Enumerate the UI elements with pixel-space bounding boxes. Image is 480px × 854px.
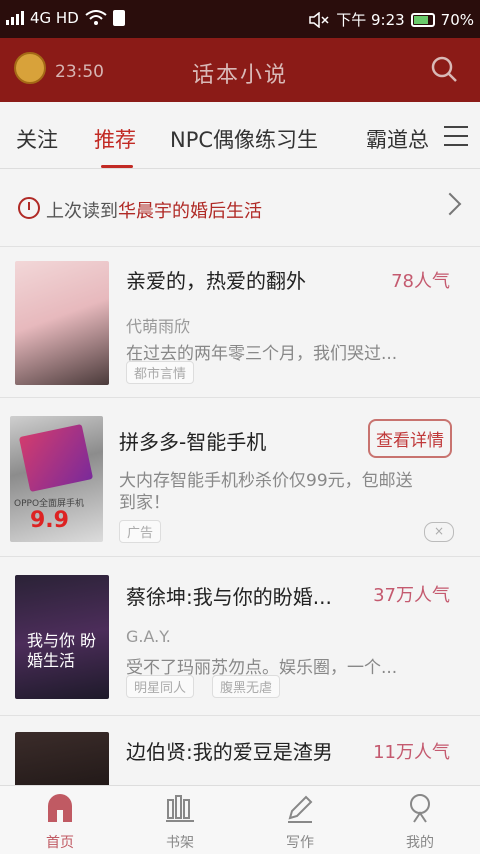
menu-icon[interactable] (444, 126, 468, 146)
tab-follow[interactable]: 关注 (16, 124, 58, 154)
popularity-count: 37万人气 (373, 585, 450, 606)
ad-tag: 广告 (119, 520, 162, 543)
tab-recommend[interactable]: 推荐 (94, 124, 136, 154)
view-details-button[interactable]: 查看详情 (368, 419, 452, 458)
last-read-banner[interactable]: 上次读到华晨宇的婚后生活 (0, 184, 480, 236)
pen-icon (288, 795, 313, 823)
ad-description-line2: 到家！ (119, 493, 170, 513)
genre-tag: 都市言情 (126, 361, 195, 384)
category-tabs: 关注 推荐 NPC偶像练习生 霸道总 (0, 102, 480, 169)
nav-write[interactable]: 写作 (260, 792, 340, 852)
profile-icon (410, 794, 430, 823)
popularity-count: 78人气 (391, 271, 450, 292)
book-author: G.A.Y. (126, 627, 171, 646)
bottom-navigation: 首页 书架 写作 我的 (0, 785, 480, 854)
nav-home[interactable]: 首页 (20, 792, 100, 852)
nav-profile-label: 我的 (406, 835, 434, 851)
nav-bookshelf[interactable]: 书架 (140, 792, 220, 852)
home-icon (48, 794, 72, 822)
book-title: 亲爱的，热爱的翻外 (126, 269, 306, 293)
nav-bookshelf-label: 书架 (166, 835, 194, 851)
bookshelf-icon (166, 795, 194, 822)
tab-domineering-ceo[interactable]: 霸道总 (366, 124, 429, 154)
book-cover (15, 261, 109, 385)
popularity-count: 11万人气 (373, 742, 450, 763)
cover-title-text: 我与你 盼婚生活 (27, 631, 97, 670)
book-cover: 我与你 盼婚生活 (15, 575, 109, 699)
search-icon[interactable] (430, 55, 458, 83)
network-label: 4G HD (30, 9, 79, 27)
list-item[interactable]: 我与你 盼婚生活 蔡徐坤:我与你的盼婚... 37万人气 G.A.Y. 受不了玛… (0, 556, 480, 715)
battery-level: 70% (440, 10, 474, 29)
nav-write-label: 写作 (286, 835, 314, 851)
app-screen: 4G HD 下午 9:23 70% 23:50 话本小说 关注 推荐 NPC偶像… (0, 0, 480, 854)
book-author: 代萌雨欣 (126, 317, 191, 336)
genre-tag: 明星同人 (126, 675, 195, 698)
active-tab-indicator (101, 165, 133, 168)
ad-title: 拼多多-智能手机 (119, 430, 267, 454)
close-ad-icon[interactable]: × (424, 522, 454, 542)
mute-icon (309, 11, 329, 28)
nav-home-label: 首页 (46, 835, 74, 851)
history-clock-icon (18, 197, 40, 219)
genre-tag: 腹黑无虐 (212, 675, 281, 698)
status-time: 下午 9:23 (336, 11, 405, 29)
last-read-book: 华晨宇的婚后生活 (118, 201, 262, 222)
status-bar: 4G HD 下午 9:23 70% (0, 0, 480, 38)
nav-profile[interactable]: 我的 (380, 792, 460, 852)
book-title: 边伯贤:我的爱豆是渣男 (126, 740, 333, 764)
ad-cover: OPPO全面屏手机 9.9 (10, 416, 103, 542)
book-title: 蔡徐坤:我与你的盼婚... (126, 585, 332, 609)
app-header: 23:50 话本小说 (0, 38, 480, 102)
wifi-icon (85, 10, 107, 25)
ad-cover-price: 9.9 (30, 508, 69, 533)
sd-card-icon (112, 10, 125, 26)
list-item[interactable]: 边伯贤:我的爱豆是渣男 11万人气 (0, 715, 480, 796)
last-read-text: 上次读到华晨宇的婚后生活 (46, 201, 262, 222)
app-title: 话本小说 (191, 63, 288, 88)
signal-icon (6, 11, 24, 25)
ad-item[interactable]: OPPO全面屏手机 9.9 拼多多-智能手机 查看详情 大内存智能手机秒杀价仅9… (0, 397, 480, 556)
chevron-right-icon (438, 192, 462, 216)
tab-npc-idol[interactable]: NPC偶像练习生 (170, 124, 318, 154)
battery-icon (410, 12, 435, 27)
list-item[interactable]: 亲爱的，热爱的翻外 78人气 代萌雨欣 在过去的两年零三个月，我们哭过... 都… (0, 246, 480, 397)
ad-description-line1: 大内存智能手机秒杀价仅99元，包邮送 (119, 471, 413, 491)
